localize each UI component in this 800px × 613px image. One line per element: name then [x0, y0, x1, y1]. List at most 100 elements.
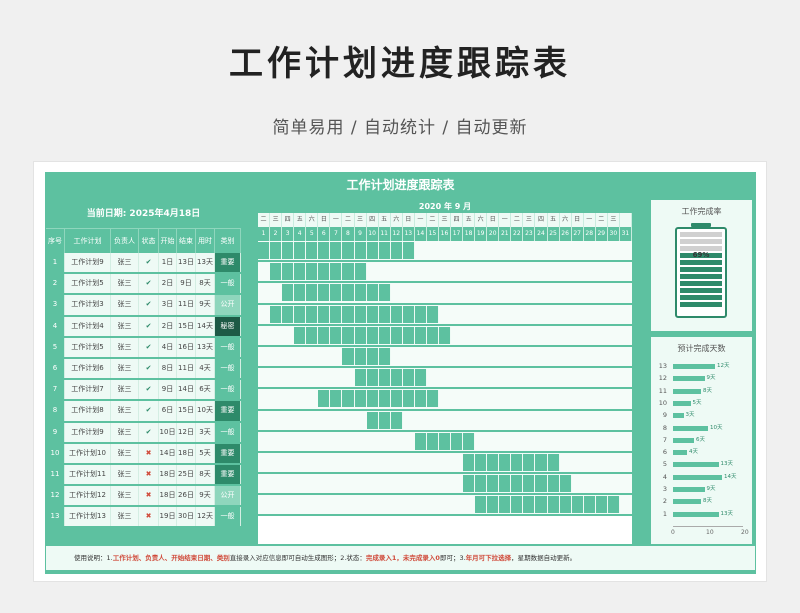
task-name[interactable]: 工作计划9 [65, 422, 111, 442]
task-name[interactable]: 工作计划9 [65, 253, 111, 273]
row-number[interactable]: 5 [46, 337, 65, 357]
category-tag[interactable]: 一般 [215, 358, 241, 379]
table-row[interactable]: 1 工作计划9 张三 ✔ 1日 13日 13天 重要 [46, 253, 241, 275]
task-name[interactable]: 工作计划7 [65, 380, 111, 400]
task-owner[interactable]: 张三 [111, 295, 139, 315]
category-tag[interactable]: 重要 [215, 464, 241, 485]
category-tag[interactable]: 重要 [215, 253, 241, 273]
duration[interactable]: 13天 [196, 253, 215, 273]
table-row[interactable]: 6 工作计划6 张三 ✔ 8日 11日 4天 一般 [46, 358, 241, 381]
task-owner[interactable]: 张三 [111, 422, 139, 442]
start-date[interactable]: 10日 [159, 422, 177, 442]
end-date[interactable]: 9日 [177, 274, 196, 294]
status-icon[interactable]: ✔ [139, 295, 159, 315]
status-icon[interactable]: ✔ [139, 358, 159, 379]
table-row[interactable]: 7 工作计划7 张三 ✔ 9日 14日 6天 一般 [46, 380, 241, 402]
duration[interactable]: 8天 [196, 464, 215, 485]
task-name[interactable]: 工作计划8 [65, 401, 111, 421]
status-icon[interactable]: ✖ [139, 443, 159, 463]
end-date[interactable]: 30日 [177, 507, 196, 527]
table-row[interactable]: 8 工作计划8 张三 ✔ 6日 15日 10天 重要 [46, 401, 241, 423]
start-date[interactable]: 4日 [159, 337, 177, 357]
row-number[interactable]: 7 [46, 380, 65, 400]
task-owner[interactable]: 张三 [111, 443, 139, 463]
task-owner[interactable]: 张三 [111, 401, 139, 421]
task-name[interactable]: 工作计划10 [65, 443, 111, 463]
end-date[interactable]: 15日 [177, 316, 196, 336]
task-owner[interactable]: 张三 [111, 274, 139, 294]
end-date[interactable]: 25日 [177, 464, 196, 485]
status-icon[interactable]: ✔ [139, 316, 159, 336]
status-icon[interactable]: ✔ [139, 337, 159, 357]
table-row[interactable]: 4 工作计划4 张三 ✔ 2日 15日 14天 秘密 [46, 316, 241, 338]
category-tag[interactable]: 一般 [215, 337, 241, 357]
task-owner[interactable]: 张三 [111, 380, 139, 400]
row-number[interactable]: 12 [46, 486, 65, 506]
row-number[interactable]: 8 [46, 401, 65, 421]
end-date[interactable]: 14日 [177, 380, 196, 400]
task-owner[interactable]: 张三 [111, 253, 139, 273]
start-date[interactable]: 2日 [159, 316, 177, 336]
end-date[interactable]: 15日 [177, 401, 196, 421]
table-row[interactable]: 11 工作计划11 张三 ✖ 18日 25日 8天 重要 [46, 464, 241, 487]
duration[interactable]: 5天 [196, 443, 215, 463]
category-tag[interactable]: 公开 [215, 295, 241, 315]
end-date[interactable]: 12日 [177, 422, 196, 442]
duration[interactable]: 6天 [196, 380, 215, 400]
task-owner[interactable]: 张三 [111, 507, 139, 527]
duration[interactable]: 9天 [196, 486, 215, 506]
category-tag[interactable]: 公开 [215, 486, 241, 506]
duration[interactable]: 12天 [196, 507, 215, 527]
duration[interactable]: 9天 [196, 295, 215, 315]
task-owner[interactable]: 张三 [111, 337, 139, 357]
task-owner[interactable]: 张三 [111, 316, 139, 336]
status-icon[interactable]: ✔ [139, 401, 159, 421]
row-number[interactable]: 13 [46, 507, 65, 527]
task-name[interactable]: 工作计划5 [65, 274, 111, 294]
status-icon[interactable]: ✖ [139, 507, 159, 527]
status-icon[interactable]: ✔ [139, 422, 159, 442]
start-date[interactable]: 14日 [159, 443, 177, 463]
task-owner[interactable]: 张三 [111, 486, 139, 506]
row-number[interactable]: 6 [46, 358, 65, 379]
task-owner[interactable]: 张三 [111, 464, 139, 485]
duration[interactable]: 14天 [196, 316, 215, 336]
row-number[interactable]: 2 [46, 274, 65, 294]
category-tag[interactable]: 一般 [215, 380, 241, 400]
end-date[interactable]: 18日 [177, 443, 196, 463]
status-icon[interactable]: ✖ [139, 464, 159, 485]
duration[interactable]: 8天 [196, 274, 215, 294]
row-number[interactable]: 10 [46, 443, 65, 463]
start-date[interactable]: 18日 [159, 486, 177, 506]
table-row[interactable]: 13 工作计划13 张三 ✖ 19日 30日 12天 一般 [46, 507, 241, 529]
end-date[interactable]: 11日 [177, 358, 196, 379]
task-name[interactable]: 工作计划3 [65, 295, 111, 315]
end-date[interactable]: 16日 [177, 337, 196, 357]
start-date[interactable]: 2日 [159, 274, 177, 294]
status-icon[interactable]: ✔ [139, 274, 159, 294]
table-row[interactable]: 2 工作计划5 张三 ✔ 2日 9日 8天 一般 [46, 274, 241, 296]
task-owner[interactable]: 张三 [111, 358, 139, 379]
end-date[interactable]: 11日 [177, 295, 196, 315]
table-row[interactable]: 10 工作计划10 张三 ✖ 14日 18日 5天 重要 [46, 443, 241, 465]
table-row[interactable]: 5 工作计划5 张三 ✔ 4日 16日 13天 一般 [46, 337, 241, 359]
category-tag[interactable]: 重要 [215, 401, 241, 421]
start-date[interactable]: 8日 [159, 358, 177, 379]
row-number[interactable]: 1 [46, 253, 65, 273]
start-date[interactable]: 6日 [159, 401, 177, 421]
status-icon[interactable]: ✔ [139, 253, 159, 273]
duration[interactable]: 3天 [196, 422, 215, 442]
start-date[interactable]: 18日 [159, 464, 177, 485]
status-icon[interactable]: ✖ [139, 486, 159, 506]
task-name[interactable]: 工作计划11 [65, 464, 111, 485]
row-number[interactable]: 3 [46, 295, 65, 315]
task-name[interactable]: 工作计划4 [65, 316, 111, 336]
duration[interactable]: 10天 [196, 401, 215, 421]
duration[interactable]: 13天 [196, 337, 215, 357]
month-selector[interactable]: 2020 年 9 月 [258, 200, 632, 213]
end-date[interactable]: 26日 [177, 486, 196, 506]
task-name[interactable]: 工作计划13 [65, 507, 111, 527]
start-date[interactable]: 1日 [159, 253, 177, 273]
start-date[interactable]: 19日 [159, 507, 177, 527]
row-number[interactable]: 9 [46, 422, 65, 442]
